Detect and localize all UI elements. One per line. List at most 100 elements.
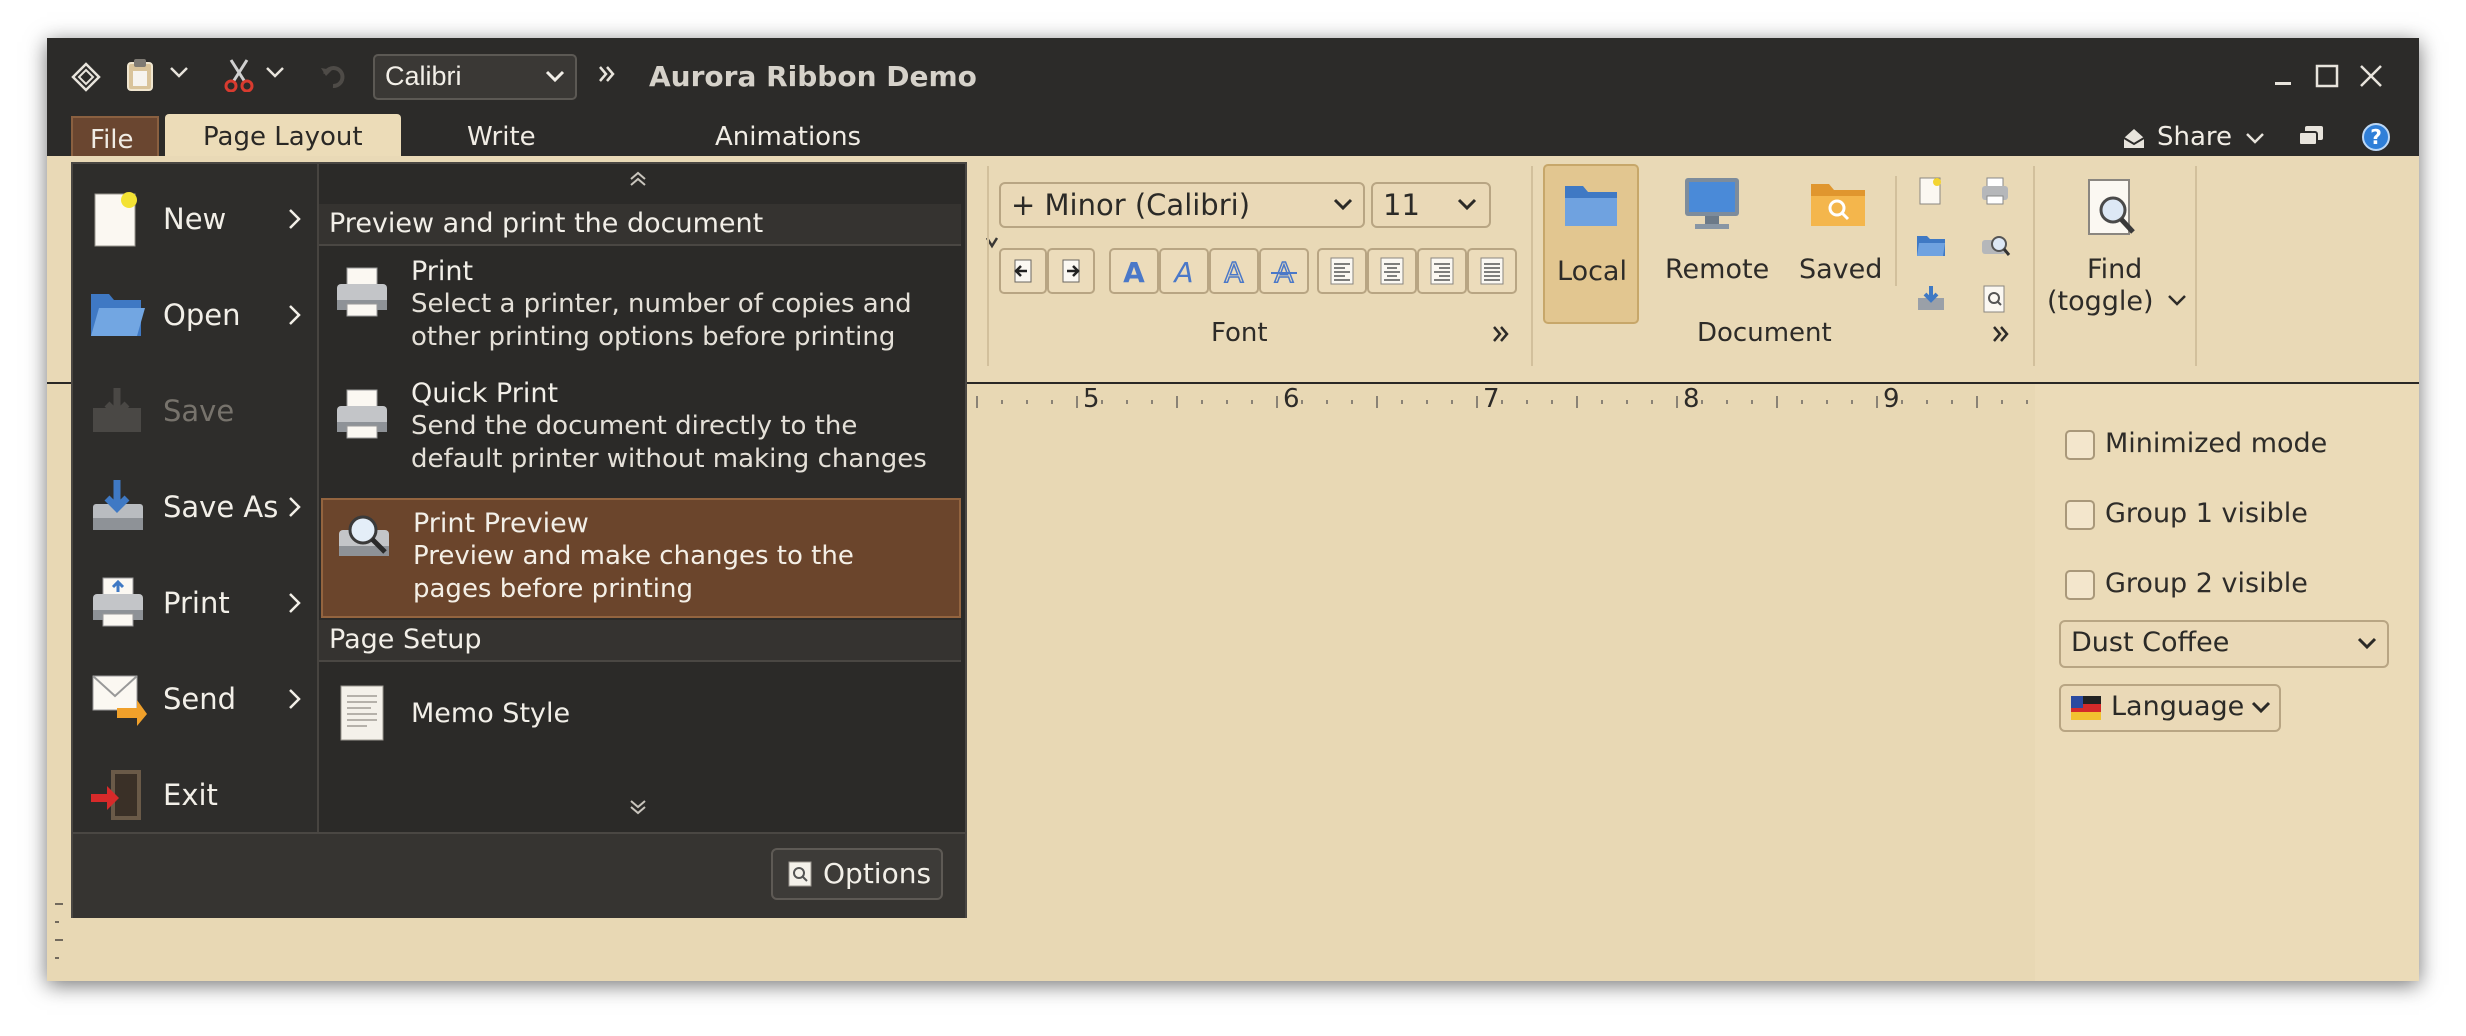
text-style-button-1[interactable]: A [1109,248,1159,294]
local-button[interactable]: Local [1543,164,1639,324]
menu-item-new-label: New [163,202,227,236]
quick-print-title: Quick Print [411,378,559,409]
tab-write[interactable]: Write [467,122,536,152]
menu-item-exit[interactable]: Exit [73,760,317,832]
menu-item-open[interactable]: Open [73,280,317,352]
group-separator [2195,166,2197,366]
folder-icon [1565,186,1617,226]
font-size-combo[interactable]: 11 [1371,182,1491,228]
save-icon [93,388,141,432]
minimize-icon[interactable] [2273,66,2293,86]
comments-icon[interactable] [2297,124,2325,150]
scroll-up-icon[interactable] [627,170,649,188]
paste-dropdown-chevron-icon[interactable] [169,66,189,80]
paste-icon[interactable] [125,58,155,92]
strikethrough-icon: A [1271,256,1297,286]
font-group-label: Font [1211,318,1268,348]
options-label: Options [823,857,932,890]
print-preview-small-icon[interactable] [1979,230,2011,260]
print-preview-title: Print Preview [413,508,589,539]
increase-indent-button[interactable] [1047,248,1095,294]
tab-page-layout[interactable]: Page Layout [165,114,401,160]
checkbox-box[interactable] [2065,570,2095,600]
menu-footer: Options [73,832,965,918]
new-document-icon [94,192,137,247]
svg-text:A: A [1224,256,1243,286]
checkbox-box[interactable] [2065,500,2095,530]
saved-folder-icon [1811,184,1865,226]
options-button[interactable]: Options [771,848,943,900]
align-left-button[interactable] [1317,248,1367,294]
help-icon[interactable]: ? [2361,122,2391,152]
svg-text:A: A [1274,256,1293,286]
menu-item-print[interactable]: Print [73,568,317,640]
skin-value: Dust Coffee [2071,627,2230,658]
chevron-down-icon [2167,294,2187,308]
exit-icon [91,770,141,820]
local-label: Local [1557,256,1627,287]
open-small-icon[interactable] [1915,230,1947,258]
find-toggle-button[interactable]: Find (toggle) [2043,176,2186,336]
tab-animations[interactable]: Animations [715,122,861,152]
menu-entry-memo-style[interactable]: Memo Style [319,674,961,754]
remote-button[interactable]: Remote [1653,164,1773,320]
scroll-down-icon[interactable] [627,798,649,816]
minimized-mode-label: Minimized mode [2105,428,2328,459]
menu-item-open-label: Open [163,298,241,332]
svg-text:A: A [1123,256,1145,286]
title-bar: Calibri Aurora Ribbon Demo File Page Lay… [47,38,2419,162]
font-name-value: + Minor (Calibri) [1011,188,1251,222]
save-small-icon[interactable] [1915,284,1947,314]
group2-visible-label: Group 2 visible [2105,568,2308,599]
menu-item-send[interactable]: Send [73,664,317,736]
ruler-number: 9 [1883,384,1900,414]
cut-dropdown-chevron-icon[interactable] [265,66,285,80]
undo-icon[interactable] [319,62,347,90]
quick-access-overflow-icon[interactable] [597,64,617,84]
menu-item-save-as[interactable]: Save As [73,472,317,544]
menu-item-save-label: Save [163,394,235,428]
cut-icon[interactable] [223,58,255,92]
saved-button[interactable]: Saved [1787,164,1893,320]
section-header-preview-label: Preview and print the document [329,208,764,239]
chevron-down-icon [1333,198,1353,212]
font-name-combo[interactable]: + Minor (Calibri) [999,182,1365,228]
menu-item-exit-label: Exit [163,778,218,812]
share-button[interactable]: Share [2121,122,2271,156]
maximize-icon[interactable] [2315,64,2339,88]
text-style-button-2[interactable]: A [1159,248,1209,294]
decrease-indent-button[interactable] [999,248,1047,294]
print-desc-line2: other printing options before printing [411,322,896,352]
memo-icon [340,685,384,741]
group-separator [1895,176,1897,286]
justify-button[interactable] [1467,248,1517,294]
menu-item-save[interactable]: Save [73,376,317,448]
quick-print-desc-line1: Send the document directly to the [411,411,858,441]
checkbox-box[interactable] [2065,430,2095,460]
section-header-setup-label: Page Setup [329,624,482,655]
font-a-icon: A [1123,256,1145,286]
app-icon[interactable] [71,62,101,92]
menu-entry-print[interactable]: Print Select a printer, number of copies… [319,256,961,366]
group-separator [2033,166,2035,366]
align-center-button[interactable] [1367,248,1417,294]
print-small-icon[interactable] [1979,176,2011,206]
text-style-button-3[interactable]: A [1209,248,1259,294]
language-combo[interactable]: Language [2059,684,2281,732]
menu-item-save-as-label: Save As [163,490,279,524]
menu-item-new[interactable]: New [73,184,317,256]
align-right-button[interactable] [1417,248,1467,294]
options-icon [788,861,812,887]
document-group-launcher-icon[interactable] [1991,324,2011,344]
menu-entry-quick-print[interactable]: Quick Print Send the document directly t… [319,378,961,488]
skin-combo[interactable]: Dust Coffee [2059,620,2389,668]
font-group-launcher-icon[interactable] [1491,324,1511,344]
new-doc-small-icon[interactable] [1915,176,1945,206]
preview-page-small-icon[interactable] [1979,284,2009,314]
close-icon[interactable] [2359,64,2383,88]
font-combo[interactable]: Calibri [373,54,577,100]
strikethrough-button[interactable]: A [1259,248,1309,294]
menu-entry-print-preview[interactable]: Print Preview Preview and make changes t… [321,498,961,618]
tab-animations-label: Animations [715,122,862,152]
chevron-down-icon [2245,132,2265,146]
